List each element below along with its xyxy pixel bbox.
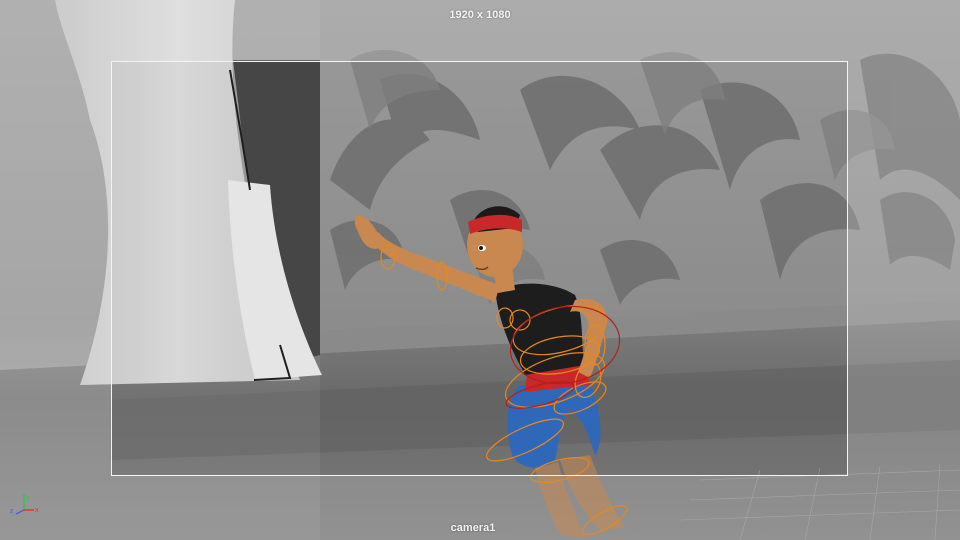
axis-z-line [15, 509, 25, 515]
axis-z-label: z [10, 508, 14, 515]
resolution-label: 1920 x 1080 [449, 9, 511, 21]
viewport-scene[interactable] [0, 0, 960, 540]
camera-name-label: camera1 [450, 522, 496, 534]
character-pupil [479, 246, 483, 250]
axis-y-label: y [26, 495, 30, 502]
axis-gizmo-icon: y x z [10, 494, 39, 515]
maya-viewport[interactable]: 1920 x 1080 camera1 y x z [0, 0, 960, 540]
axis-x-label: x [35, 507, 39, 514]
